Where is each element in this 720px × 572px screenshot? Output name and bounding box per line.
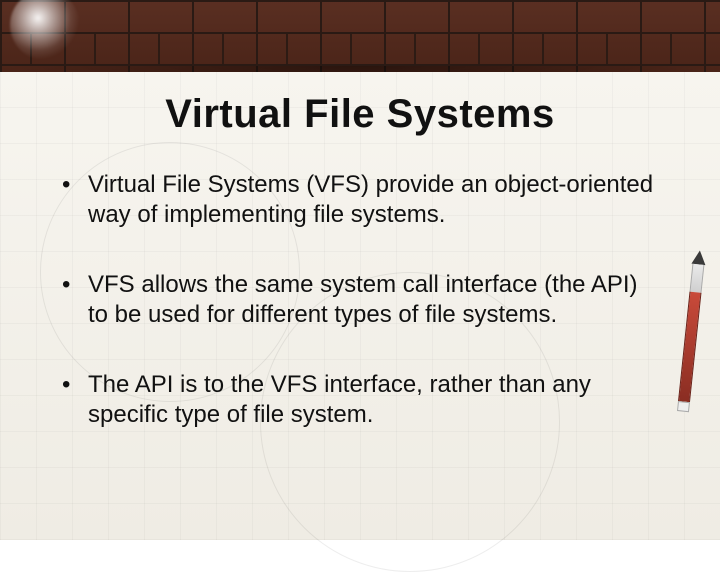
bullet-item: VFS allows the same system call interfac… bbox=[62, 270, 658, 330]
slide-title: Virtual File Systems bbox=[0, 92, 720, 137]
slide: Virtual File Systems Virtual File System… bbox=[0, 0, 720, 540]
bullet-list: Virtual File Systems (VFS) provide an ob… bbox=[62, 170, 658, 470]
brick-header-band bbox=[0, 0, 720, 72]
pen-grip bbox=[690, 264, 705, 293]
pen-cap bbox=[677, 401, 690, 412]
spotlight-glow bbox=[10, 0, 80, 60]
bullet-item: The API is to the VFS interface, rather … bbox=[62, 370, 658, 430]
bullet-item: Virtual File Systems (VFS) provide an ob… bbox=[62, 170, 658, 230]
pen-tip bbox=[691, 250, 706, 265]
